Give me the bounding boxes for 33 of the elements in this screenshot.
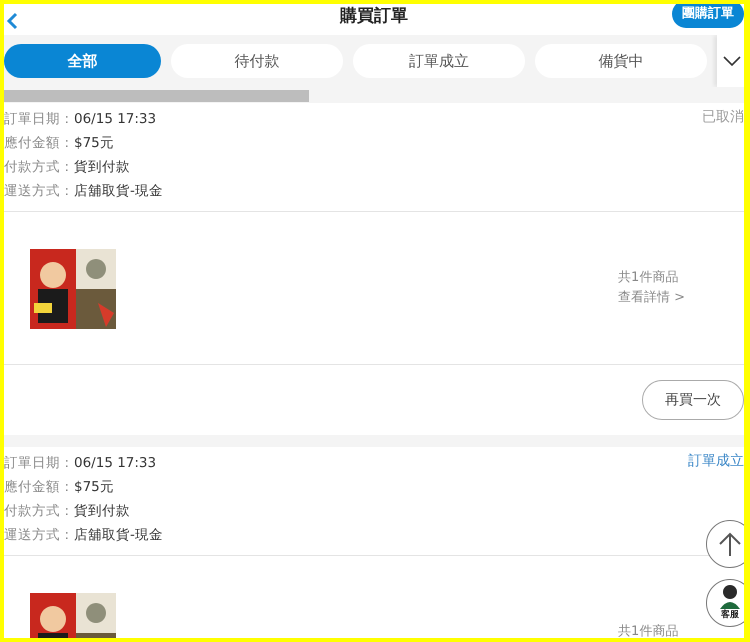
scrollbar-thumb[interactable] — [4, 90, 309, 102]
details-link[interactable]: 查看詳情 > — [618, 288, 744, 308]
field-label: 付款方式： — [4, 502, 74, 521]
arrow-up-icon — [718, 531, 742, 557]
filter-tab[interactable]: 訂單成立 — [353, 44, 525, 78]
buy-again-button[interactable]: 再買一次 — [642, 380, 744, 420]
page-title: 購買訂單 — [340, 5, 408, 28]
field-value: 06/15 17:33 — [74, 110, 156, 129]
field-label: 運送方式： — [4, 526, 74, 545]
field-value: 貨到付款 — [74, 158, 130, 177]
field-label: 訂單日期： — [4, 110, 74, 129]
field-label: 應付金額： — [4, 134, 74, 153]
chevron-down-icon — [723, 56, 741, 66]
field-label: 付款方式： — [4, 158, 74, 177]
field-value: 店舖取貨-現金 — [74, 526, 163, 545]
item-count: 共1件商品 — [618, 269, 680, 287]
person-icon — [717, 583, 743, 610]
field-value: 店舖取貨-現金 — [74, 182, 163, 201]
filter-tab[interactable]: 全部 — [4, 44, 161, 78]
item-count: 共1件商品 — [618, 623, 680, 638]
field-label: 訂單日期： — [4, 454, 74, 473]
expand-tabs-button[interactable] — [717, 35, 744, 87]
filter-tab[interactable]: 備貨中 — [535, 44, 707, 78]
order-status: 已取消 — [702, 108, 744, 127]
order-status: 訂單成立 — [688, 452, 744, 471]
field-label: 應付金額： — [4, 478, 74, 497]
field-value: $75元 — [74, 478, 114, 497]
field-value: 06/15 17:33 — [74, 454, 156, 473]
field-value: $75元 — [74, 134, 114, 153]
field-label: 運送方式： — [4, 182, 74, 201]
group-order-button[interactable]: 團購訂單 — [672, 4, 744, 28]
filter-tab[interactable]: 待付款 — [171, 44, 343, 78]
field-value: 貨到付款 — [74, 502, 130, 521]
